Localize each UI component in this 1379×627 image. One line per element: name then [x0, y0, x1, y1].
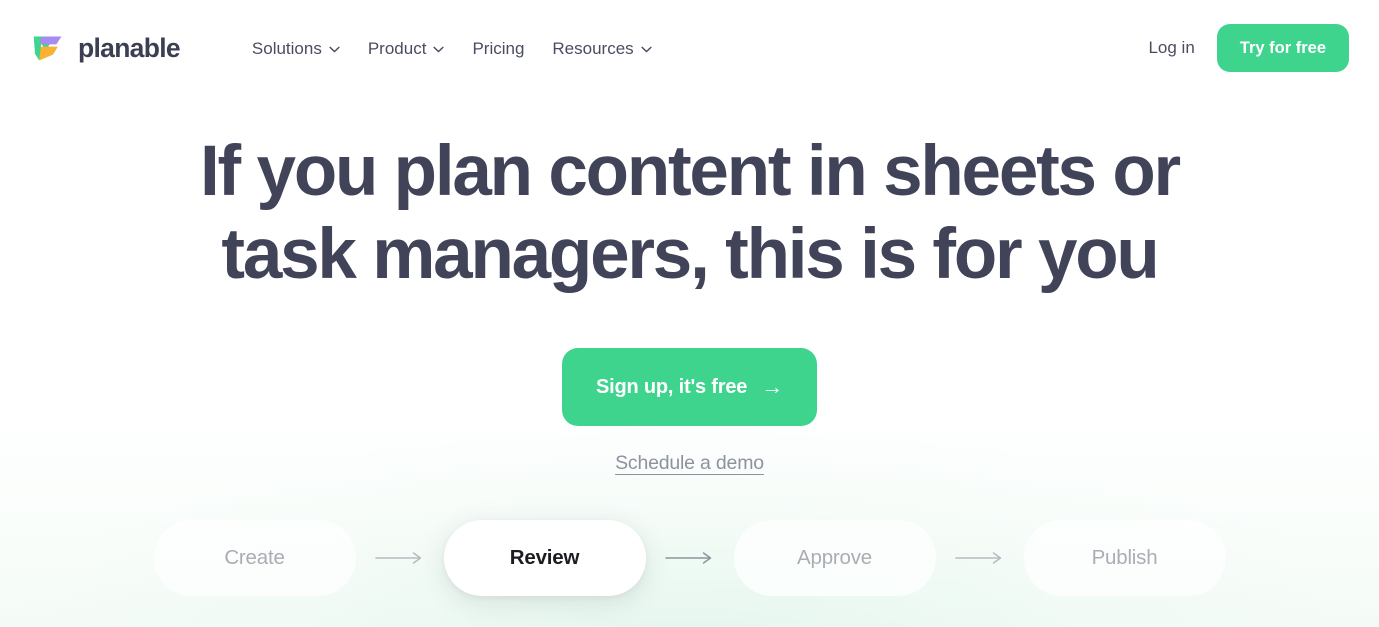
workflow-step-publish[interactable]: Publish — [1023, 520, 1226, 597]
try-for-free-button[interactable]: Try for free — [1216, 23, 1349, 73]
arrow-right-icon — [356, 551, 444, 565]
brand-name: planable — [78, 32, 181, 63]
workflow-step-review[interactable]: Review — [443, 520, 646, 597]
workflow-step-label: Review — [509, 546, 580, 570]
workflow-step-label: Publish — [1091, 546, 1158, 570]
cta-group: Sign up, it's free → Schedule a demo — [0, 348, 1379, 475]
arrow-right-icon — [936, 551, 1024, 565]
workflow-step-create[interactable]: Create — [153, 520, 356, 597]
nav-item-label: Resources — [552, 38, 634, 58]
site-header: planable Solutions Product Pricing Resou… — [0, 0, 1379, 96]
workflow-step-label: Approve — [797, 546, 872, 570]
workflow-step-label: Create — [224, 546, 285, 570]
arrow-right-icon: → — [761, 374, 783, 400]
chevron-down-icon — [641, 44, 652, 53]
hero-section: If you plan content in sheets or task ma… — [0, 96, 1379, 597]
nav-item-label: Solutions — [251, 38, 322, 58]
nav-item-product[interactable]: Product — [368, 40, 445, 57]
landing-page: planable Solutions Product Pricing Resou… — [0, 0, 1379, 627]
workflow-step-approve[interactable]: Approve — [733, 520, 936, 597]
nav-item-label: Pricing — [472, 38, 525, 58]
primary-nav: Solutions Product Pricing Resources — [252, 40, 652, 57]
header-actions: Log in Try for free — [1148, 23, 1349, 73]
arrow-right-icon — [646, 551, 734, 565]
nav-item-resources[interactable]: Resources — [552, 38, 652, 58]
page-title: If you plan content in sheets or task ma… — [160, 130, 1220, 296]
nav-item-label: Product — [367, 38, 427, 58]
nav-item-solutions[interactable]: Solutions — [252, 40, 340, 57]
headline-line-2: task managers, this is for you — [221, 215, 1159, 295]
chevron-down-icon — [433, 44, 445, 53]
workflow-steps: Create Review Approve Publish — [0, 520, 1379, 597]
nav-item-pricing[interactable]: Pricing — [472, 40, 524, 57]
headline-line-1: If you plan content in sheets or — [200, 132, 1181, 211]
schedule-demo-link[interactable]: Schedule a demo — [615, 452, 764, 475]
chevron-down-icon — [329, 44, 340, 53]
signup-button[interactable]: Sign up, it's free → — [562, 348, 817, 427]
login-link[interactable]: Log in — [1148, 38, 1194, 58]
planable-logo-icon — [30, 30, 67, 67]
brand-logo[interactable]: planable — [30, 30, 181, 67]
signup-button-label: Sign up, it's free — [596, 375, 748, 398]
